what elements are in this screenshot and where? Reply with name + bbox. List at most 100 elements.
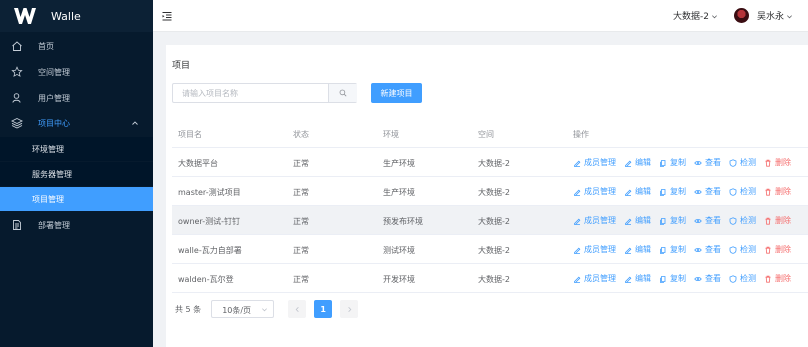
project-status: 正常 <box>293 159 309 168</box>
menu-fold-icon[interactable] <box>161 10 173 22</box>
action-label: 检测 <box>740 216 756 225</box>
copy-action[interactable]: 复制 <box>659 215 686 226</box>
action-label: 查看 <box>705 158 721 167</box>
copy-action[interactable]: 复制 <box>659 273 686 284</box>
view-action[interactable]: 查看 <box>694 157 721 168</box>
action-label: 删除 <box>775 274 791 283</box>
sidebar-item-home[interactable]: 首页 <box>0 34 153 58</box>
view-action[interactable]: 查看 <box>694 215 721 226</box>
copy-icon <box>660 217 666 225</box>
action-label: 成员管理 <box>584 187 616 196</box>
view-action[interactable]: 查看 <box>694 244 721 255</box>
trash-icon <box>765 275 771 283</box>
trash-icon <box>765 188 771 196</box>
sidebar-item-project-center[interactable]: 项目中心 <box>0 111 153 135</box>
search-input[interactable] <box>173 84 328 102</box>
trash-icon <box>765 246 771 254</box>
document-icon <box>13 220 21 230</box>
table-row: 大数据平台 正常 生产环境 大数据-2 成员管理 编辑 复制 查看 检测 删除 <box>172 148 808 177</box>
table-row: owner-测试-钉钉 正常 预发布环境 大数据-2 成员管理 编辑 复制 查看 检测 删除 <box>172 206 808 235</box>
space-select[interactable]: 大数据-2 <box>673 9 718 22</box>
edit-action[interactable]: 编辑 <box>624 273 651 284</box>
chevron-left-icon <box>295 306 299 312</box>
total-count: 共 5 条 <box>175 304 202 314</box>
copy-action[interactable]: 复制 <box>659 157 686 168</box>
project-env: 生产环境 <box>383 188 415 197</box>
logo[interactable]: Walle <box>0 0 153 32</box>
new-project-button[interactable]: 新建项目 <box>371 83 422 103</box>
members-action[interactable]: 成员管理 <box>573 244 616 255</box>
edit-action[interactable]: 编辑 <box>624 215 651 226</box>
action-label: 成员管理 <box>584 216 616 225</box>
edit-icon <box>574 189 581 196</box>
project-name: 大数据平台 <box>178 159 218 168</box>
edit-icon <box>574 276 581 283</box>
members-action[interactable]: 成员管理 <box>573 215 616 226</box>
page-size-value: 10条/页 <box>222 306 252 315</box>
action-label: 查看 <box>705 274 721 283</box>
detect-action[interactable]: 检测 <box>729 186 756 197</box>
star-icon <box>11 66 23 77</box>
trash-icon <box>765 159 771 167</box>
edit-action[interactable]: 编辑 <box>624 186 651 197</box>
copy-icon <box>660 246 666 254</box>
sidebar-item-users[interactable]: 用户管理 <box>0 86 153 110</box>
copy-action[interactable]: 复制 <box>659 244 686 255</box>
project-table: 项目名 状态 环境 空间 操作 大数据平台 正常 生产环境 大数据-2 成员管理 编辑 复制… <box>172 119 808 293</box>
column-header: 项目名 <box>178 130 202 139</box>
sidebar-item-deploy[interactable]: 部署管理 <box>0 213 153 237</box>
sidebar-item-label: 用户管理 <box>38 94 70 103</box>
delete-action[interactable]: 删除 <box>764 244 791 255</box>
copy-action[interactable]: 复制 <box>659 186 686 197</box>
prev-page-button[interactable] <box>288 300 307 318</box>
detect-action[interactable]: 检测 <box>729 157 756 168</box>
page-number-1[interactable]: 1 <box>314 300 333 318</box>
sidebar-subitem-servers[interactable]: 服务器管理 <box>0 162 153 186</box>
sidebar-item-spaces[interactable]: 空间管理 <box>0 60 153 84</box>
sidebar-subitem-environments[interactable]: 环境管理 <box>0 137 153 161</box>
project-name: master-测试项目 <box>178 188 241 197</box>
chevron-down-icon <box>262 308 268 312</box>
members-action[interactable]: 成员管理 <box>573 157 616 168</box>
delete-action[interactable]: 删除 <box>764 273 791 284</box>
app-title: Walle <box>51 9 81 23</box>
project-name: walle-瓦力自部署 <box>178 246 242 255</box>
search-button[interactable] <box>328 84 357 102</box>
members-action[interactable]: 成员管理 <box>573 273 616 284</box>
view-action[interactable]: 查看 <box>694 186 721 197</box>
eye-icon <box>694 247 702 252</box>
page-size-select[interactable]: 10条/页 <box>211 300 275 318</box>
project-space: 大数据-2 <box>478 159 510 168</box>
edit-action[interactable]: 编辑 <box>624 244 651 255</box>
row-actions: 成员管理 编辑 复制 查看 检测 删除 <box>573 186 799 197</box>
action-label: 删除 <box>775 216 791 225</box>
project-status: 正常 <box>293 188 309 197</box>
copy-icon <box>660 188 666 196</box>
view-action[interactable]: 查看 <box>694 273 721 284</box>
sidebar-item-label: 部署管理 <box>38 221 70 230</box>
delete-action[interactable]: 删除 <box>764 157 791 168</box>
user-menu[interactable]: 吴水永 <box>757 9 793 22</box>
action-label: 编辑 <box>635 216 651 225</box>
detect-action[interactable]: 检测 <box>729 244 756 255</box>
row-actions: 成员管理 编辑 复制 查看 检测 删除 <box>573 244 799 255</box>
sidebar-subitem-projects[interactable]: 项目管理 <box>0 187 153 211</box>
edit-icon <box>574 218 581 225</box>
edit-icon <box>574 247 581 254</box>
user-name: 吴水永 <box>757 12 785 22</box>
action-label: 检测 <box>740 274 756 283</box>
shield-icon <box>729 216 737 225</box>
sidebar-item-label: 服务器管理 <box>32 170 72 179</box>
next-page-button[interactable] <box>340 300 359 318</box>
action-label: 复制 <box>670 245 686 254</box>
sidebar-item-label: 环境管理 <box>32 145 64 154</box>
project-env: 测试环境 <box>383 246 415 255</box>
detect-action[interactable]: 检测 <box>729 273 756 284</box>
action-label: 复制 <box>670 274 686 283</box>
detect-action[interactable]: 检测 <box>729 215 756 226</box>
delete-action[interactable]: 删除 <box>764 186 791 197</box>
members-action[interactable]: 成员管理 <box>573 186 616 197</box>
delete-action[interactable]: 删除 <box>764 215 791 226</box>
edit-action[interactable]: 编辑 <box>624 157 651 168</box>
avatar[interactable] <box>734 8 749 23</box>
